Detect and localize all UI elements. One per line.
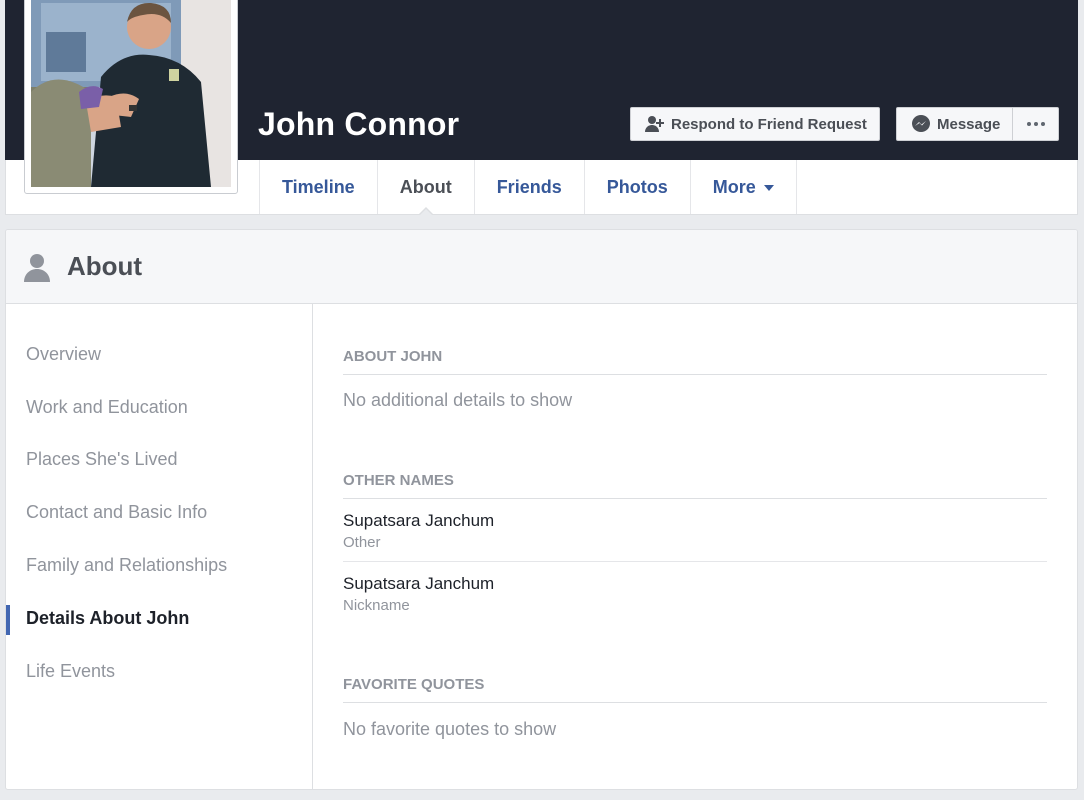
sidebar-item-family-relationships[interactable]: Family and Relationships (6, 539, 312, 592)
respond-friend-request-button[interactable]: Respond to Friend Request (630, 107, 880, 141)
message-label: Message (937, 115, 1001, 133)
profile-tabs: Timeline About Friends Photos More (259, 160, 797, 215)
about-title: About (67, 251, 143, 281)
section-about-john: ABOUT JOHN No additional details to show (343, 348, 1047, 411)
more-options-button[interactable] (1012, 107, 1059, 141)
tab-timeline[interactable]: Timeline (260, 160, 378, 214)
section-favorite-quotes: FAVORITE QUOTES No favorite quotes to sh… (343, 676, 1047, 740)
section-title: OTHER NAMES (343, 472, 1047, 499)
about-sidebar: Overview Work and Education Places She's… (6, 304, 313, 789)
empty-message: No additional details to show (343, 390, 573, 410)
other-name-value: Supatsara Janchum (343, 511, 495, 530)
more-dots-icon (1026, 122, 1045, 126)
caret-down-icon (763, 185, 774, 191)
person-icon (23, 252, 51, 282)
about-card: About Overview Work and Education Places… (5, 229, 1078, 790)
profile-name[interactable]: John Connor (258, 106, 459, 143)
messenger-icon (911, 115, 931, 133)
tab-friends[interactable]: Friends (475, 160, 585, 214)
section-title: FAVORITE QUOTES (343, 676, 1047, 703)
sidebar-item-overview[interactable]: Overview (6, 328, 312, 381)
tab-more-label: More (712, 176, 756, 197)
sidebar-item-work-education[interactable]: Work and Education (6, 381, 312, 434)
tab-photos[interactable]: Photos (585, 160, 691, 214)
other-name-value: Supatsara Janchum (343, 574, 495, 593)
tab-about[interactable]: About (378, 160, 475, 215)
list-item: Supatsara Janchum Other (343, 499, 1047, 561)
empty-message: No favorite quotes to show (343, 719, 557, 739)
about-content: ABOUT JOHN No additional details to show… (343, 304, 1047, 740)
sidebar-item-contact-info[interactable]: Contact and Basic Info (6, 486, 312, 539)
sidebar-item-places-lived[interactable]: Places She's Lived (6, 434, 312, 487)
respond-friend-request-label: Respond to Friend Request (671, 115, 867, 133)
avatar (31, 0, 231, 187)
sidebar-item-details[interactable]: Details About John (6, 592, 312, 645)
other-name-type: Nickname (343, 597, 410, 614)
other-name-type: Other (343, 534, 381, 551)
add-friend-icon (645, 115, 665, 133)
message-button[interactable]: Message (896, 107, 1013, 141)
list-item: Supatsara Janchum Nickname (343, 561, 1047, 624)
profile-picture[interactable] (24, 0, 238, 194)
section-title: ABOUT JOHN (343, 348, 1047, 375)
section-other-names: OTHER NAMES Supatsara Janchum Other Supa… (343, 472, 1047, 624)
tab-more[interactable]: More (691, 160, 797, 214)
about-header: About (6, 230, 1077, 304)
sidebar-item-life-events[interactable]: Life Events (6, 645, 312, 698)
